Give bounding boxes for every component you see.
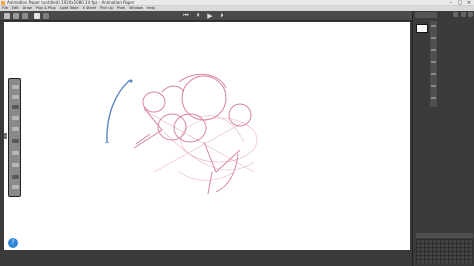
sketch-drawing [104,73,258,195]
pencil-tool-icon[interactable] [34,13,40,19]
move-tool[interactable] [12,127,19,131]
pencil-tool[interactable] [12,85,19,89]
copy-page-icon[interactable] [13,13,19,19]
first-frame-button[interactable]: ⏮ [182,12,190,20]
play-button[interactable]: ▶ [206,12,214,20]
animation-paper-window: Animation Paper (untitled) 1920x1080 24 … [0,0,474,266]
layer-marker [431,37,436,39]
next-frame-button[interactable]: ⏵ [218,12,226,20]
page-thumbnail[interactable] [416,24,428,33]
settings-tool[interactable] [12,185,19,189]
layer-marker [431,97,436,99]
blue-motion-arc [106,79,131,143]
eraser-tool[interactable] [12,105,19,109]
right-panel [412,11,474,266]
fill-tool[interactable] [12,163,19,167]
playback-controls: ⏮ ⏴ ▶ ⏵ [182,12,226,20]
construction-lines [143,109,258,181]
panel-tab[interactable] [415,12,437,18]
layer-marker [431,73,436,75]
panel-close-icon[interactable] [468,12,473,17]
eraser-tool-icon[interactable] [43,13,49,19]
previous-frame-button[interactable]: ⏴ [194,12,202,20]
palette-drag-handle[interactable] [4,133,7,139]
brush-tool[interactable] [12,95,19,99]
tool-palette [8,78,21,197]
panel-option-icon[interactable] [453,12,458,17]
help-button[interactable]: ? [7,237,19,249]
status-bar [0,250,412,266]
x-sheet-header [416,233,473,238]
rotate-tool[interactable] [12,139,19,143]
main-toolbar: ⏮ ⏴ ▶ ⏵ [0,11,412,21]
layer-column[interactable] [430,21,437,107]
layer-marker [431,61,436,63]
layers-icon[interactable] [22,13,28,19]
layer-marker [431,85,436,87]
arc-end-dot [129,79,133,83]
color-swatch[interactable] [12,175,19,179]
drawing-canvas[interactable] [4,22,410,250]
x-sheet-grid[interactable] [416,239,473,263]
layer-marker [431,25,436,27]
app-logo-icon [1,1,5,5]
select-tool[interactable] [12,116,19,120]
layer-marker [431,49,436,51]
character-sketch [133,73,252,195]
panel-menu-icon[interactable] [461,12,466,17]
new-page-icon[interactable] [4,13,10,19]
line-tool[interactable] [12,151,19,155]
arc-tick [104,141,110,144]
